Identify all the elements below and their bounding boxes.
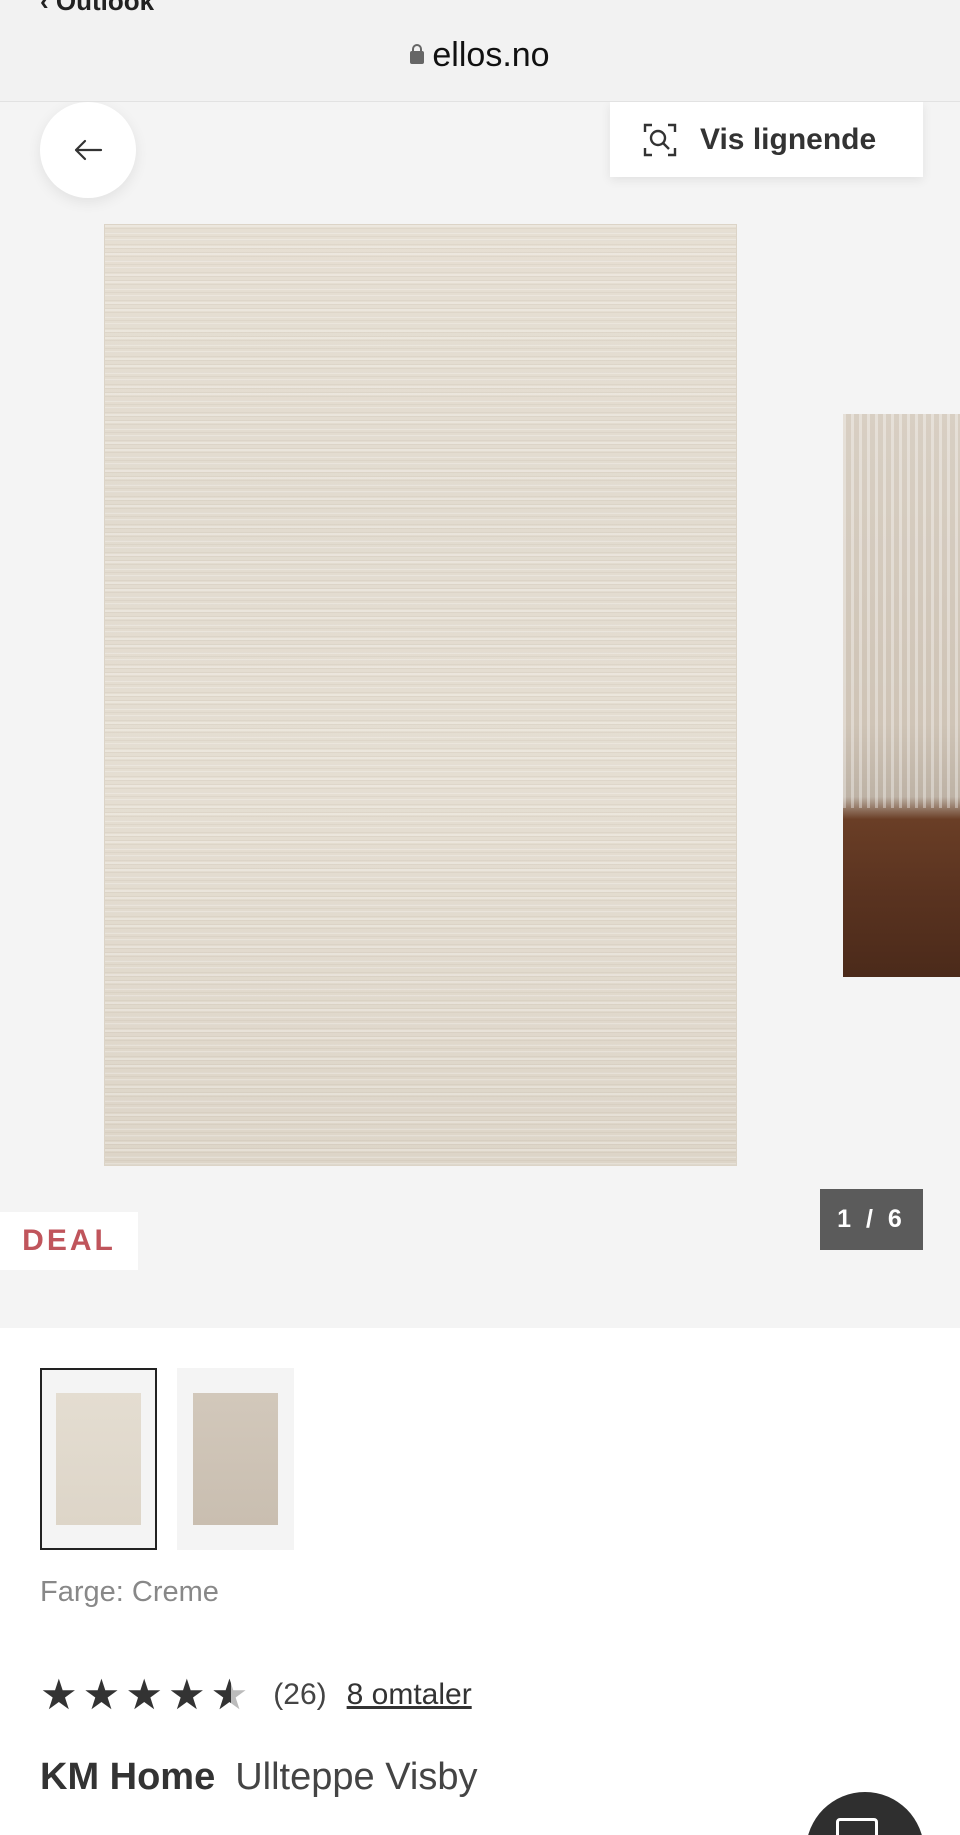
show-similar-button[interactable]: Vis lignende bbox=[610, 102, 923, 177]
product-title: KM Home Ullteppe Visby bbox=[40, 1756, 477, 1799]
rating-row: ★ ★ ★ ★ ★ (26) 8 omtaler bbox=[40, 1671, 472, 1718]
url-text: ellos.no bbox=[432, 36, 550, 74]
image-counter: 1 / 6 bbox=[820, 1189, 923, 1250]
product-gallery[interactable]: Vis lignende DEAL 1 / 6 bbox=[0, 102, 960, 1328]
color-thumbnail-creme[interactable] bbox=[40, 1368, 157, 1550]
product-image-main[interactable] bbox=[104, 224, 737, 1166]
color-thumbnail-alt[interactable] bbox=[177, 1368, 294, 1550]
show-similar-label: Vis lignende bbox=[700, 122, 877, 156]
selected-color: Farge: Creme bbox=[40, 1576, 219, 1608]
product-name: Ullteppe Visby bbox=[235, 1756, 478, 1798]
arrow-left-icon bbox=[74, 139, 103, 161]
star-half-icon: ★ bbox=[211, 1674, 249, 1717]
deal-badge: DEAL bbox=[0, 1212, 138, 1270]
brand-name[interactable]: KM Home bbox=[40, 1756, 215, 1798]
chat-icon bbox=[836, 1818, 878, 1835]
star-full-icon: ★ bbox=[82, 1671, 121, 1718]
star-full-icon: ★ bbox=[125, 1671, 163, 1718]
thumbnail-image bbox=[56, 1393, 141, 1525]
browser-topbar: ‹ Outlook ellos.no bbox=[0, 0, 960, 102]
back-to-app-link[interactable]: ‹ Outlook bbox=[40, 0, 154, 17]
lock-icon bbox=[410, 44, 425, 64]
product-image-next[interactable] bbox=[843, 414, 960, 977]
visual-search-icon bbox=[643, 123, 677, 156]
rating-count: (26) bbox=[273, 1678, 327, 1711]
star-full-icon: ★ bbox=[167, 1671, 206, 1718]
chat-button[interactable] bbox=[806, 1792, 924, 1835]
deal-label: DEAL bbox=[22, 1224, 116, 1257]
address-bar[interactable]: ellos.no bbox=[0, 36, 960, 75]
back-button[interactable] bbox=[40, 102, 136, 198]
thumbnail-image bbox=[193, 1393, 278, 1525]
reviews-link[interactable]: 8 omtaler bbox=[347, 1678, 472, 1712]
star-full-icon: ★ bbox=[40, 1671, 78, 1718]
